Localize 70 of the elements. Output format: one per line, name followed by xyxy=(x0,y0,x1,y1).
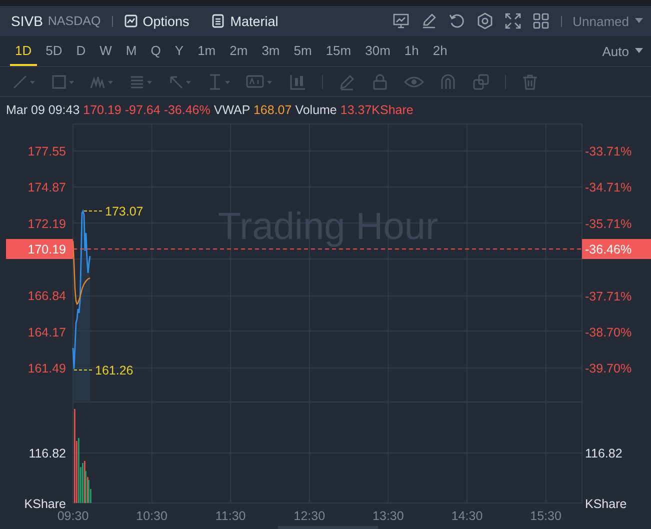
high-price-label: 173.07 xyxy=(105,204,144,218)
period-tab[interactable]: 2h xyxy=(428,36,452,66)
time-tick-label: 13:30 xyxy=(372,509,404,523)
current-percent-tag: -36.46% xyxy=(582,239,651,259)
material-link[interactable]: Material xyxy=(211,14,278,28)
refresh-icon[interactable] xyxy=(448,12,466,30)
period-tab[interactable]: D xyxy=(71,36,91,66)
percent-tick-label: -37.71% xyxy=(585,289,632,304)
period-tab[interactable]: Q xyxy=(146,36,166,66)
line-tool-icon[interactable] xyxy=(12,72,36,90)
price-tick-label: 172.19 xyxy=(28,216,66,231)
price-tick-label: 166.84 xyxy=(28,289,66,304)
period-tab[interactable]: 1D xyxy=(10,36,37,66)
percent-tick-label: -35.71% xyxy=(585,216,632,231)
rectangle-tool-icon[interactable] xyxy=(51,72,75,90)
grid-layout-icon[interactable] xyxy=(532,12,550,30)
time-tick-label: 15:30 xyxy=(530,509,562,523)
caret-icon xyxy=(635,18,643,24)
price-tick-label: 177.55 xyxy=(28,144,66,158)
leader-line xyxy=(84,210,104,212)
vwap-line xyxy=(72,240,90,306)
price-tick-label: 174.87 xyxy=(28,180,66,195)
percent-tick-label: -39.70% xyxy=(585,362,632,376)
current-price-tag: 170.19 xyxy=(6,239,73,259)
scale-dropdown[interactable]: Auto xyxy=(602,36,643,66)
volume-tick-label: 116.82 xyxy=(28,446,66,460)
time-tick-label: 12:30 xyxy=(294,509,326,523)
period-tab[interactable]: 30m xyxy=(360,36,396,66)
trash-icon[interactable] xyxy=(521,72,539,90)
price-tick-label: 164.17 xyxy=(28,325,66,340)
period-tab[interactable]: 5m xyxy=(288,36,317,66)
period-tab[interactable]: 1h xyxy=(399,36,424,66)
volume-tick-label: 116.82 xyxy=(585,446,622,460)
time-tick-label: 14:30 xyxy=(451,509,483,523)
time-tick-label: 11:30 xyxy=(215,509,246,523)
time-tick-label: 10:30 xyxy=(136,509,168,523)
period-tab[interactable]: 3m xyxy=(256,36,285,66)
chart-doc-icon xyxy=(124,14,138,28)
text-tool-icon[interactable] xyxy=(246,72,274,90)
percent-tick-label: -34.71% xyxy=(585,180,632,195)
time-tick-label: 09:30 xyxy=(57,509,89,523)
volume-unit-label: KShare xyxy=(24,497,66,511)
volume-unit-label: KShare xyxy=(585,497,627,511)
period-tab[interactable]: 5D xyxy=(40,36,68,66)
low-price-label: 161.26 xyxy=(95,364,134,378)
layout-dropdown[interactable]: Unnamed xyxy=(572,14,643,28)
period-tab[interactable]: 2m xyxy=(224,36,253,66)
bar-chart-icon[interactable] xyxy=(289,72,307,90)
magnet-icon[interactable] xyxy=(439,72,457,90)
document-icon xyxy=(211,14,226,28)
fullscreen-icon[interactable] xyxy=(504,12,522,30)
period-tab[interactable]: W xyxy=(94,36,117,66)
lock-icon[interactable] xyxy=(371,72,389,90)
period-tab[interactable]: M xyxy=(120,36,142,66)
options-link[interactable]: Options xyxy=(124,14,190,28)
period-tab[interactable]: 1m xyxy=(192,36,221,66)
copy-icon[interactable] xyxy=(472,72,490,90)
chart-display-icon[interactable] xyxy=(392,12,410,30)
pencil-icon[interactable] xyxy=(338,72,356,90)
period-tab[interactable]: 15m xyxy=(320,36,356,66)
exchange-label: NASDAQ xyxy=(48,14,101,28)
stock-symbol: SIVB xyxy=(11,13,43,29)
quote-line: Mar 09 09:43 170.19 -97.64 -36.46% VWAP 168.07 Volume 13.37KShare xyxy=(5,102,414,119)
measure-tool-icon[interactable] xyxy=(207,72,231,90)
settings-icon[interactable] xyxy=(476,12,494,30)
percent-tick-label: -38.70% xyxy=(585,325,632,340)
percent-tick-label: -33.71% xyxy=(585,144,632,158)
caret-icon xyxy=(635,48,643,54)
price-tick-label: 161.49 xyxy=(28,362,66,376)
period-tab[interactable]: Y xyxy=(170,36,189,66)
